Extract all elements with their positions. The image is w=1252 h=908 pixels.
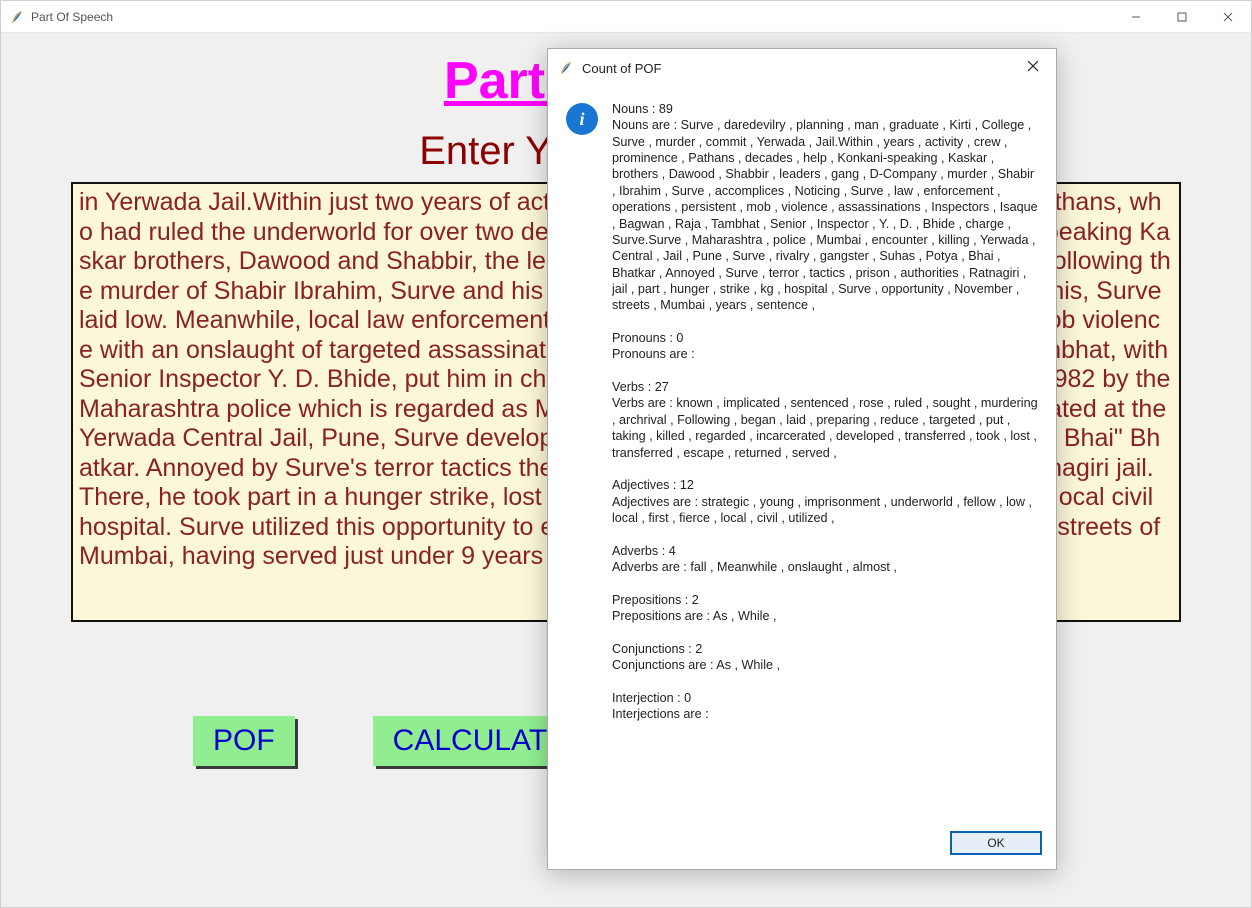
prepositions-count: Prepositions : 2 — [612, 593, 699, 607]
adverbs-count: Adverbs : 4 — [612, 544, 676, 558]
info-icon: i — [566, 103, 598, 135]
maximize-button[interactable] — [1159, 1, 1205, 32]
adjectives-count: Adjectives : 12 — [612, 478, 694, 492]
dialog-title: Count of POF — [582, 61, 1018, 76]
minimize-button[interactable] — [1113, 1, 1159, 32]
window-buttons — [1113, 1, 1251, 32]
conjunctions-list: Conjunctions are : As , While , — [612, 658, 780, 672]
window-title: Part Of Speech — [31, 10, 1113, 24]
python-feather-icon — [558, 60, 574, 76]
interjections-list: Interjections are : — [612, 707, 709, 721]
adjectives-list: Adjectives are : strategic , young , imp… — [612, 495, 1035, 525]
dialog-footer: OK — [548, 823, 1056, 869]
python-feather-icon — [9, 9, 25, 25]
pof-button[interactable]: POF — [193, 716, 295, 766]
pronouns-count: Pronouns : 0 — [612, 331, 683, 345]
nouns-list: Nouns are : Surve , daredevilry , planni… — [612, 118, 1041, 312]
dialog-titlebar: Count of POF — [548, 49, 1056, 87]
nouns-count: Nouns : 89 — [612, 102, 673, 116]
verbs-list: Verbs are : known , implicated , sentenc… — [612, 396, 1041, 459]
ok-button[interactable]: OK — [950, 831, 1042, 855]
pronouns-list: Pronouns are : — [612, 347, 695, 361]
close-icon — [1223, 12, 1233, 22]
verbs-count: Verbs : 27 — [612, 380, 669, 394]
conjunctions-count: Conjunctions : 2 — [612, 642, 702, 656]
dialog-close-button[interactable] — [1018, 59, 1048, 77]
close-icon — [1027, 60, 1039, 72]
minimize-icon — [1131, 12, 1141, 22]
count-dialog: Count of POF i Nouns : 89 Nouns are : Su… — [547, 48, 1057, 870]
interjection-count: Interjection : 0 — [612, 691, 691, 705]
main-titlebar: Part Of Speech — [1, 1, 1251, 33]
close-button[interactable] — [1205, 1, 1251, 32]
dialog-text: Nouns : 89 Nouns are : Surve , daredevil… — [612, 101, 1038, 723]
adverbs-list: Adverbs are : fall , Meanwhile , onslaug… — [612, 560, 897, 574]
prepositions-list: Prepositions are : As , While , — [612, 609, 777, 623]
dialog-body: i Nouns : 89 Nouns are : Surve , daredev… — [548, 87, 1056, 823]
maximize-icon — [1177, 12, 1187, 22]
